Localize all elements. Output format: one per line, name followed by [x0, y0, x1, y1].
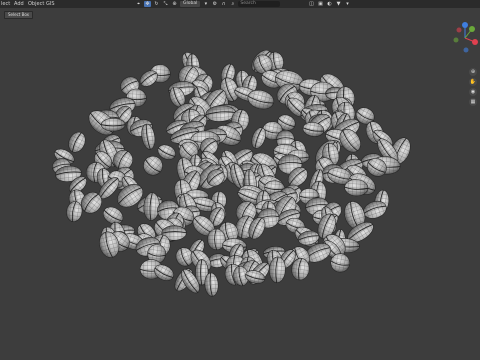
cursor-icon[interactable]: ⌖	[135, 1, 142, 7]
camera-icon[interactable]: ◉	[469, 88, 477, 96]
pistachio-shell	[204, 272, 219, 297]
search-icon[interactable]: ⌕	[229, 1, 236, 7]
rotate-icon[interactable]: ↻	[153, 1, 160, 7]
shading-icon[interactable]: ◐	[326, 1, 333, 7]
orientation-dropdown[interactable]: Global	[180, 1, 201, 7]
hand-icon[interactable]: ✋	[469, 78, 477, 86]
mesh-render	[52, 49, 411, 297]
menu-add[interactable]: Add	[13, 0, 25, 8]
xray-icon[interactable]: ▣	[317, 1, 324, 7]
header-bar: lect Add Object GIS ⌖ ✥ ↻ ⤡ ⊕ Global ▾ ⚙…	[0, 0, 480, 8]
magnet-icon[interactable]: ∩	[220, 1, 227, 7]
pistachio-shell	[68, 131, 86, 153]
globe-icon[interactable]: ⊕	[171, 1, 178, 7]
grid-icon[interactable]: ▦	[469, 98, 477, 106]
select-mode-dropdown[interactable]: Select Box	[4, 11, 34, 19]
filter-icon[interactable]: ▼	[335, 1, 342, 7]
menu-object[interactable]: Object	[27, 0, 45, 8]
pivot-icon[interactable]: ⚙	[211, 1, 218, 7]
move-icon[interactable]: ✥	[144, 1, 151, 7]
pistachio-shell	[100, 117, 126, 132]
pistachio-shell	[143, 192, 160, 221]
menu-gis[interactable]: GIS	[45, 0, 56, 8]
view-toolbar: ◫ ▣ ◐ ▼ ▾	[308, 0, 351, 8]
overlay-icon[interactable]: ◫	[308, 1, 315, 7]
scale-icon[interactable]: ⤡	[162, 1, 169, 7]
chevron-down-icon[interactable]: ▾	[202, 1, 209, 7]
chevron-down-icon[interactable]: ▾	[344, 1, 351, 7]
pistachio-pile	[52, 49, 411, 297]
transform-toolbar: ⌖ ✥ ↻ ⤡ ⊕ Global ▾ ⚙ ∩ ⌕ Search	[135, 0, 281, 8]
3d-viewport[interactable]: Select Box ⊕ ✋ ◉ ▦	[0, 8, 480, 360]
menu-select[interactable]: lect	[0, 0, 11, 8]
search-input[interactable]: Search	[238, 1, 281, 7]
navigation-gizmo[interactable]	[450, 18, 480, 58]
zoom-icon[interactable]: ⊕	[469, 68, 477, 76]
